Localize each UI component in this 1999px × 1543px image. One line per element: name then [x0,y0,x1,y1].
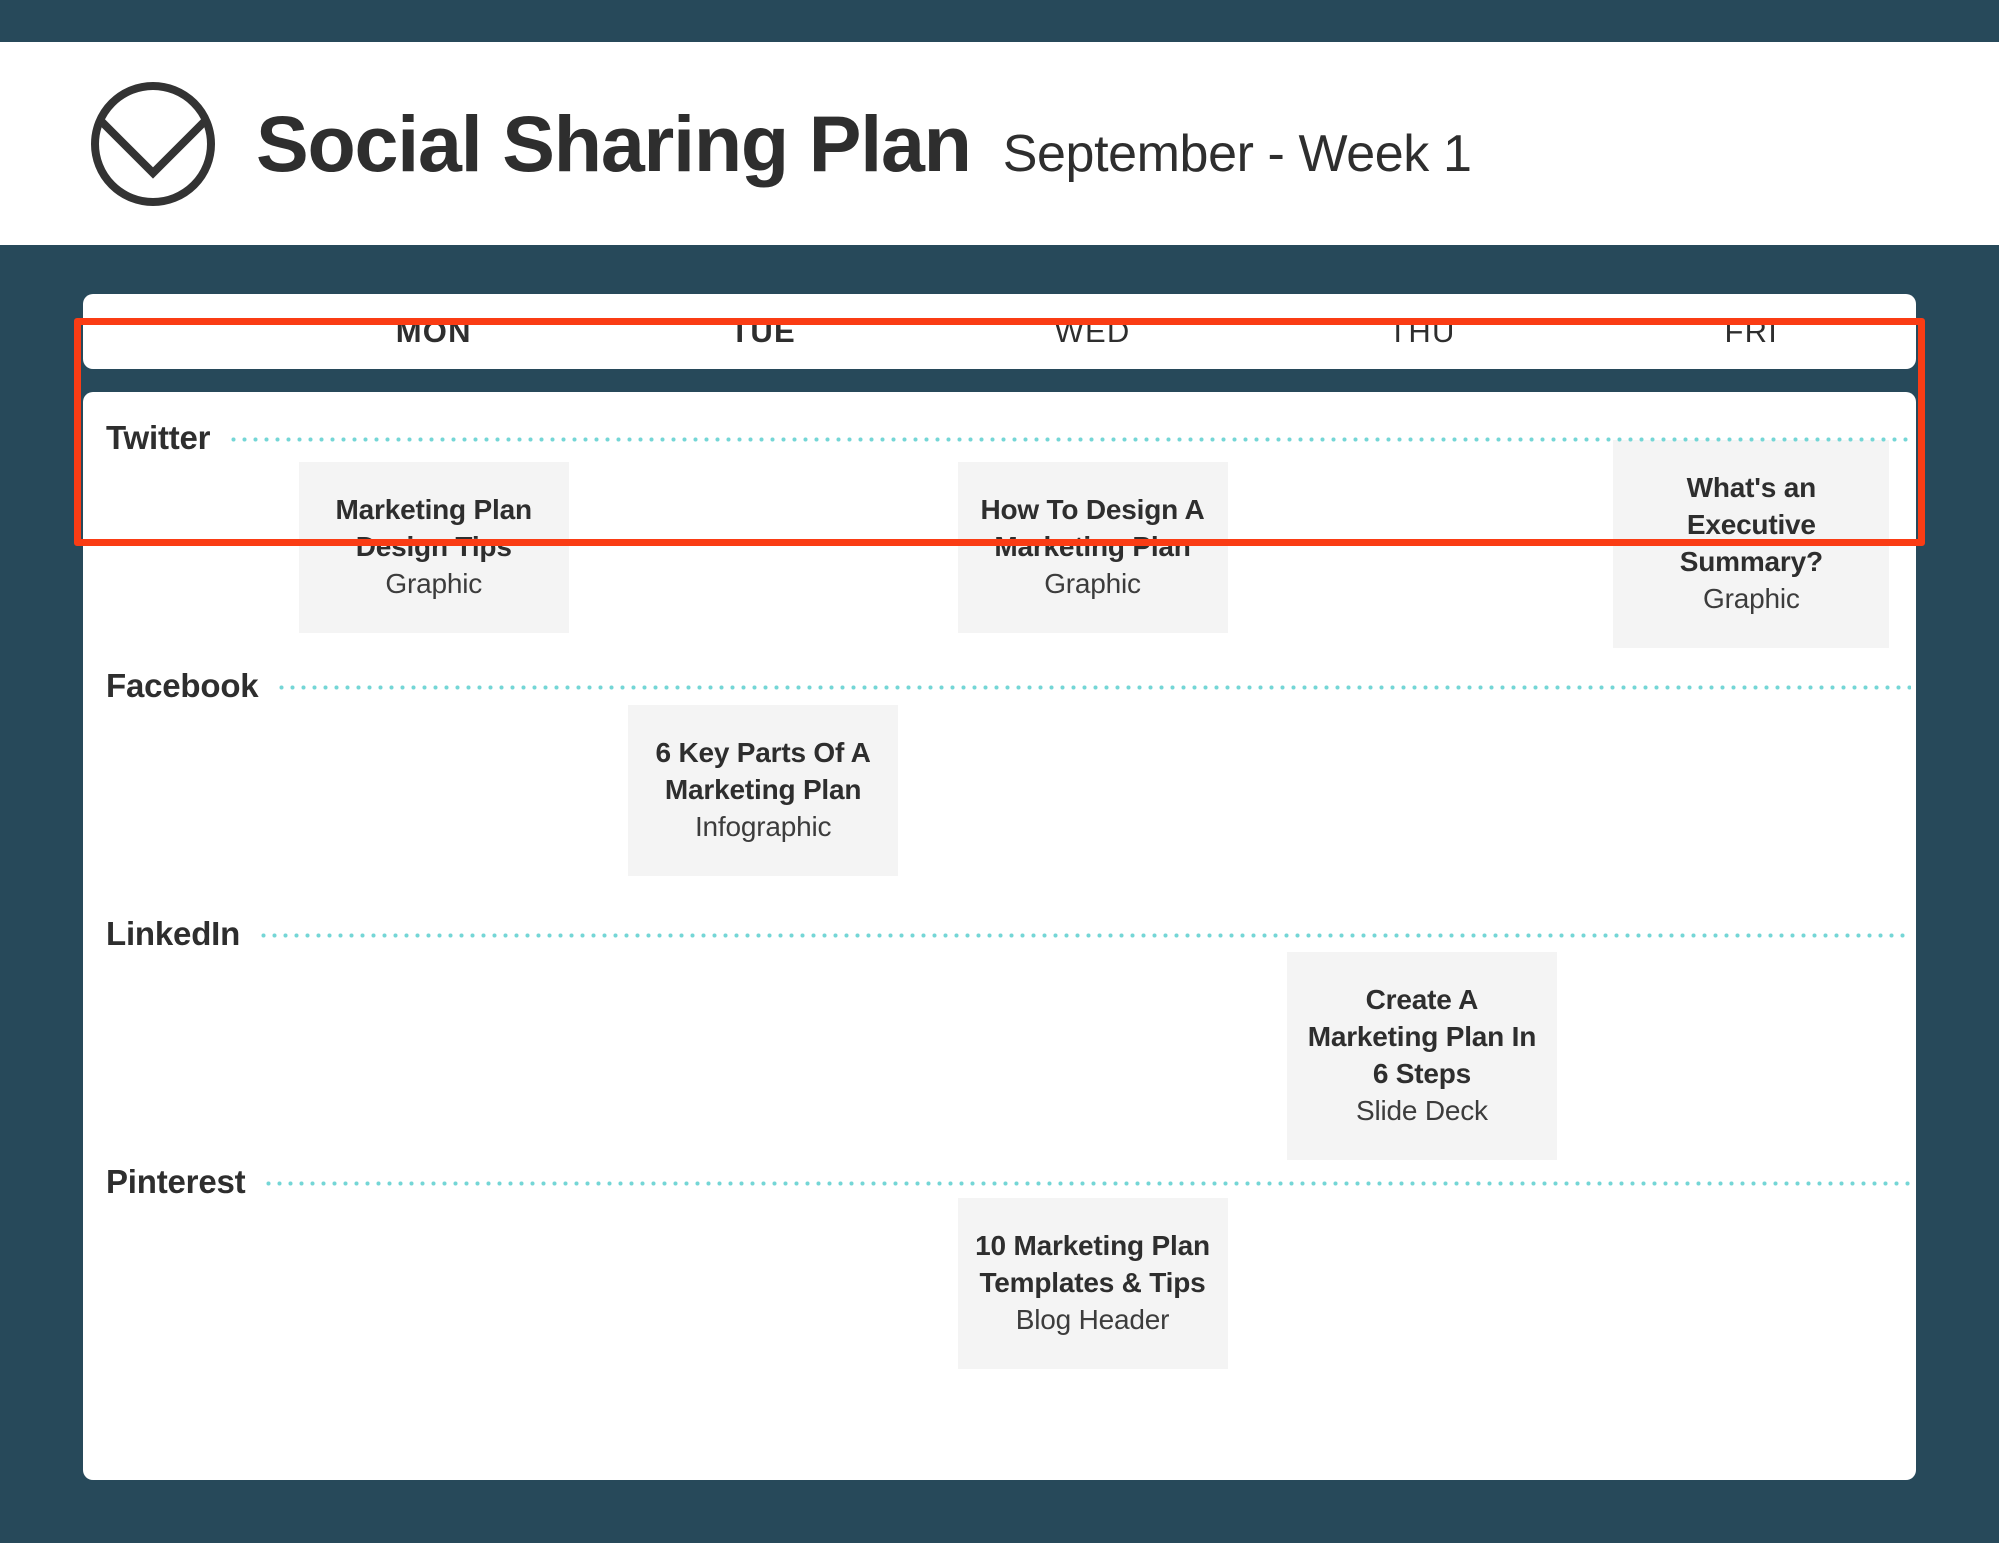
platform-label: Pinterest [106,1162,246,1200]
page-subtitle: September - Week 1 [1002,125,1472,183]
platform-row-twitter: Marketing Plan Design Tips Graphic How T… [83,392,1916,648]
card-type: Graphic [1044,567,1141,599]
row-header-pinterest: Pinterest [106,1158,1916,1204]
content-card[interactable]: 10 Marketing Plan Templates & Tips Blog … [957,1198,1228,1369]
content-card[interactable]: What's an Executive Summary? Graphic [1613,440,1890,648]
day-header-bar: MON TUE WED THU FRI [83,294,1916,369]
row-header-twitter: Twitter [106,414,1916,460]
dotted-rule [276,684,1911,690]
page-title: Social Sharing Plan [256,99,972,188]
card-type: Blog Header [1015,1303,1170,1335]
content-card[interactable]: Create A Marketing Plan In 6 Steps Slide… [1286,952,1557,1160]
day-header-thu: THU [1388,313,1456,349]
day-header-fri: FRI [1724,313,1779,349]
platform-label: Twitter [106,418,211,456]
card-title: How To Design A Marketing Plan [980,494,1205,562]
circle-chevron-logo-icon [86,77,220,211]
card-title: Marketing Plan Design Tips [335,494,533,562]
platform-row-pinterest: 10 Marketing Plan Templates & Tips Blog … [83,1136,1916,1384]
dotted-rule [228,436,1911,442]
card-type: Slide Deck [1356,1094,1488,1126]
content-card[interactable]: 6 Key Parts Of A Marketing Plan Infograp… [628,705,899,876]
platform-label: Facebook [106,666,259,704]
row-header-linkedin: LinkedIn [106,910,1916,956]
dotted-rule [258,932,1911,938]
content-card[interactable]: Marketing Plan Design Tips Graphic [298,462,569,633]
slide-root: Social Sharing Plan September - Week 1 M… [0,0,1999,1543]
page-header: Social Sharing Plan September - Week 1 [0,42,1999,245]
content-card[interactable]: How To Design A Marketing Plan Graphic [957,462,1228,633]
platform-row-linkedin: Create A Marketing Plan In 6 Steps Slide… [83,888,1916,1160]
platform-row-facebook: 6 Key Parts Of A Marketing Plan Infograp… [83,640,1916,888]
platform-label: LinkedIn [106,914,241,952]
card-type: Infographic [694,810,832,842]
card-title: 10 Marketing Plan Templates & Tips [975,1230,1210,1298]
card-title: 6 Key Parts Of A Marketing Plan [655,737,871,805]
dotted-rule [263,1180,1911,1186]
day-header-gutter [83,294,269,369]
card-title: Create A Marketing Plan In 6 Steps [1307,984,1537,1089]
day-header-wed: WED [1054,313,1131,349]
title-block: Social Sharing Plan September - Week 1 [256,99,1472,188]
calendar-board: Marketing Plan Design Tips Graphic How T… [83,392,1916,1480]
card-type: Graphic [1703,582,1800,614]
platform-rows: Marketing Plan Design Tips Graphic How T… [83,392,1916,1480]
day-header-tue: TUE [730,313,796,349]
card-title: What's an Executive Summary? [1679,472,1823,577]
row-header-facebook: Facebook [106,662,1916,708]
card-type: Graphic [385,567,483,599]
day-header-mon: MON [395,313,472,349]
